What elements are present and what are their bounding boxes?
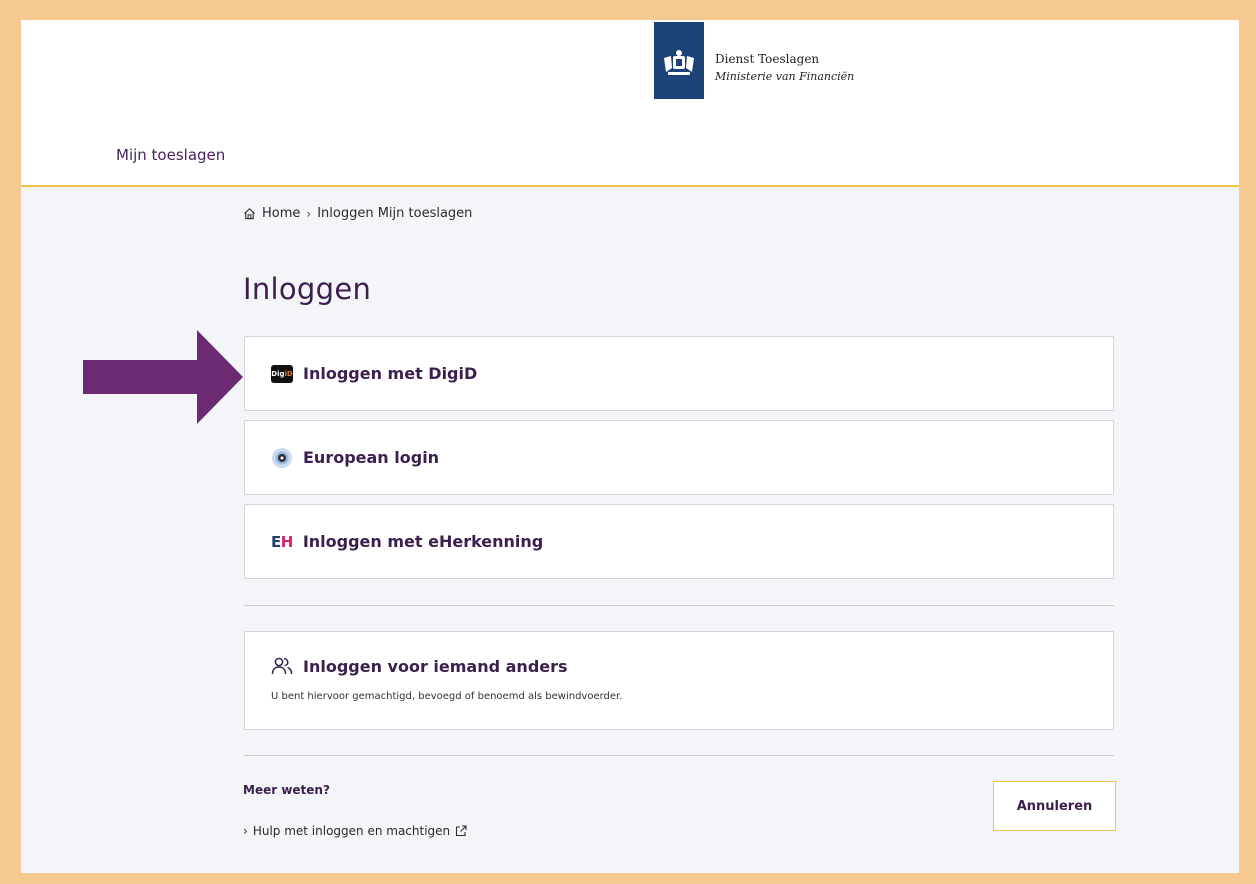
eu-login-icon: [272, 447, 292, 468]
external-link-icon: [456, 825, 467, 837]
chevron-right-icon: ›: [243, 824, 248, 838]
users-icon: [271, 657, 293, 675]
home-icon: [244, 208, 255, 220]
help-login-link[interactable]: › Hulp met inloggen en machtigen: [243, 824, 467, 838]
login-eherkenning-label: Inloggen met eHerkenning: [302, 532, 544, 551]
breadcrumb-current: Inloggen Mijn toeslagen: [317, 206, 473, 221]
login-european-button[interactable]: European login: [244, 420, 1114, 495]
footer-divider: [244, 755, 1114, 756]
login-other-person-description: U bent hiervoor gemachtigd, bevoegd of b…: [271, 691, 623, 702]
annotation-arrow-icon: [83, 330, 243, 424]
page-frame: Dienst Toeslagen Ministerie van Financië…: [21, 20, 1239, 873]
login-european-label: European login: [303, 448, 440, 467]
login-eherkenning-button[interactable]: EH Inloggen met eHerkenning: [244, 504, 1114, 579]
more-info-heading: Meer weten?: [243, 783, 330, 797]
brand-ministry: Ministerie van Financiën: [715, 70, 855, 83]
page-title: Inloggen: [243, 272, 372, 306]
chevron-right-icon: ›: [306, 206, 312, 221]
rijksoverheid-logo: [654, 22, 704, 99]
coat-of-arms-icon: [664, 50, 694, 75]
breadcrumb: Home › Inloggen Mijn toeslagen: [243, 206, 472, 221]
cancel-button[interactable]: Annuleren: [993, 781, 1116, 831]
digid-icon: Dig iD: [271, 364, 293, 383]
site-title-link[interactable]: Mijn toeslagen: [116, 146, 225, 164]
login-other-person-button[interactable]: Inloggen voor iemand anders U bent hierv…: [244, 631, 1114, 730]
login-digid-button[interactable]: Dig iD Inloggen met DigiD: [244, 336, 1114, 411]
site-header: Dienst Toeslagen Ministerie van Financië…: [21, 20, 1239, 187]
login-digid-label: Inloggen met DigiD: [303, 364, 478, 383]
section-divider: [244, 605, 1114, 606]
eherkenning-icon: EH: [271, 532, 293, 551]
brand-name: Dienst Toeslagen: [715, 52, 820, 66]
help-login-link-label: Hulp met inloggen en machtigen: [252, 824, 451, 838]
login-other-person-label: Inloggen voor iemand anders: [303, 656, 568, 676]
breadcrumb-home-link[interactable]: Home: [262, 206, 300, 221]
